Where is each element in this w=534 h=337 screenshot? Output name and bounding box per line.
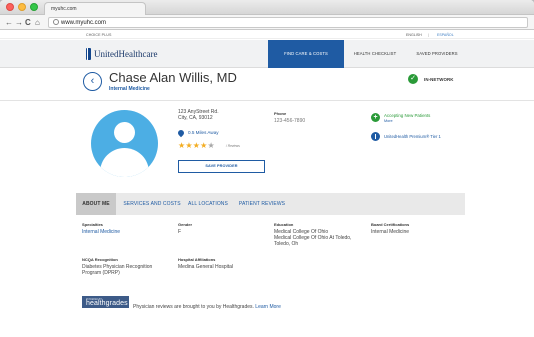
minimize-icon[interactable] [18,3,26,11]
provider-name: Chase Alan Willis, MD [109,70,237,85]
site-header: UnitedHealthcare FIND CARE & COSTS HEALT… [0,40,534,68]
healthgrades-wordmark: healthgrades [86,300,128,307]
nav-saved-providers[interactable]: SAVED PROVIDERS [406,40,468,68]
browser-toolbar: ← → C ⌂ www.myuhc.com [0,15,534,30]
distance-link[interactable]: 0.5 Miles Away [188,130,219,135]
back-arrow-icon[interactable]: ← [5,17,13,28]
avatar-body-shape [100,148,149,177]
more-link[interactable]: More [384,119,393,123]
address-bar[interactable]: www.myuhc.com [48,17,528,28]
tab-label: ALL LOCATIONS [188,201,228,207]
chevron-left-icon: ‹ [90,75,95,87]
reload-icon[interactable]: C [25,17,31,28]
board-certifications-value: Internal Medicine [371,229,410,235]
gender-value: F [178,229,182,235]
provider-address: 123 AnyStreet Rd. City, CA, 93012 [178,109,219,121]
accepting-patients-status: Accepting New Patients [384,113,431,118]
network-status-badge: IN-NETWORK [424,77,454,82]
uhc-logo-icon [86,48,91,60]
tab-label: SERVICES AND COSTS [123,201,181,207]
language-spanish-link[interactable]: ESPAÑOL [437,33,454,37]
title-bar: myuhc.com [0,0,534,15]
healthgrades-note: Physician reviews are brought to you by … [133,304,281,310]
avatar [91,110,158,177]
zoom-icon[interactable] [30,3,38,11]
board-certifications-label: Board Certifications [371,222,410,227]
tab-patient-reviews[interactable]: PATIENT REVIEWS [234,193,290,215]
premium-tier-link[interactable]: UnitedHealth Premium® Tier 1 [384,134,441,139]
nav-health-checklist[interactable]: HEALTH CHECKLIST [344,40,406,68]
site-logo[interactable]: UnitedHealthcare [94,49,157,59]
healthgrades-note-text: Physician reviews are brought to you by … [133,304,254,310]
checkmark-icon: ✓ [408,74,418,84]
home-icon[interactable]: ⌂ [35,17,40,28]
specialties-value[interactable]: Internal Medicine [82,229,120,235]
tab-label: ABOUT ME [82,201,110,207]
star-icon: ★ [185,141,193,150]
back-button[interactable]: ‹ [83,72,102,91]
tab-services-and-costs[interactable]: SERVICES AND COSTS [118,193,186,215]
gender-label: Gender [178,222,193,227]
nav-label: SAVED PROVIDERS [416,51,458,56]
avatar-head-shape [114,122,135,143]
address-line-2: City, CA, 93012 [178,115,213,121]
tab-all-locations[interactable]: ALL LOCATIONS [184,193,232,215]
language-english-link[interactable]: ENGLISH [406,33,422,37]
education-label: Education [274,222,294,227]
star-icon: ★ [207,141,215,150]
nav-find-care-costs[interactable]: FIND CARE & COSTS [268,40,344,68]
save-provider-button[interactable]: SAVE PROVIDER [178,160,265,173]
tab-about-me[interactable]: ABOUT ME [76,193,116,215]
tab-label: PATIENT REVIEWS [238,201,286,207]
reviews-link[interactable]: / Reviews [226,144,240,148]
specialties-label: Specialties [82,222,103,227]
ncqa-recognition-label: NCQA Recognition [82,257,118,262]
phone-label: Phone [274,111,287,116]
phone-number[interactable]: 123-456-7890 [274,118,305,124]
browser-tab-title: myuhc.com [51,6,77,12]
utility-strip: CHOICE PLUS ENGLISH | ESPAÑOL [0,31,534,39]
provider-header: ‹ Chase Alan Willis, MD Internal Medicin… [0,69,534,101]
ncqa-recognition-value: Diabetes Physician Recognition Program (… [82,264,153,276]
premium-tier-icon [371,132,380,141]
language-separator: | [428,33,429,37]
nav-label: HEALTH CHECKLIST [353,51,397,56]
globe-icon [53,19,59,25]
plus-icon: + [371,113,380,122]
url-text: www.myuhc.com [61,20,107,26]
page-content: CHOICE PLUS ENGLISH | ESPAÑOL UnitedHeal… [0,31,534,337]
star-rating[interactable]: ★★★★★ [178,142,215,150]
hospital-affiliations-label: Hospital Affiliations [178,257,216,262]
profile-tabs: ABOUT ME SERVICES AND COSTS ALL LOCATION… [76,193,465,215]
browser-tab[interactable]: myuhc.com [44,2,146,15]
close-icon[interactable] [6,3,14,11]
learn-more-link[interactable]: Learn More [255,304,281,310]
hospital-affiliations-value: Medina General Hospital [178,264,234,270]
plan-name: CHOICE PLUS [86,33,112,37]
nav-label: FIND CARE & COSTS [284,51,328,56]
star-icon: ★ [200,141,208,150]
provider-specialty: Internal Medicine [109,86,150,92]
education-item: Medical College Of Ohio At Toledo, Toled… [274,235,352,247]
education-value: Medical College Of Ohio Medical College … [274,229,366,247]
map-pin-icon [176,128,186,138]
forward-arrow-icon[interactable]: → [15,17,23,28]
browser-window: myuhc.com ← → C ⌂ www.myuhc.com CHOICE P… [0,0,534,337]
